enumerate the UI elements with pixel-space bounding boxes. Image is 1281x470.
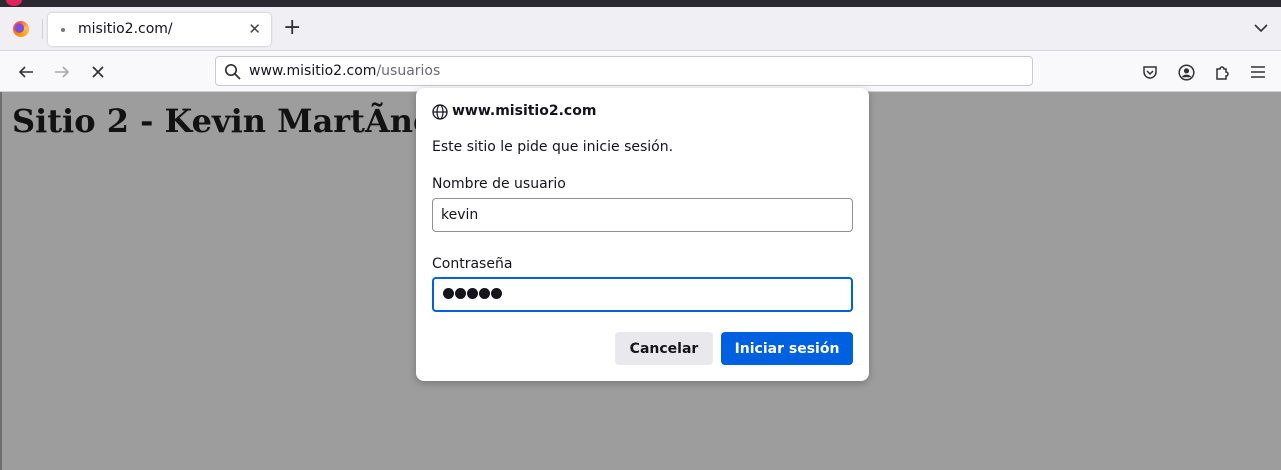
auth-dialog: www.misitio2.com Este sitio le pide que … [416, 88, 869, 381]
stop-button[interactable] [86, 60, 110, 84]
address-bar[interactable]: www.misitio2.com/usuarios [215, 56, 1033, 86]
tab-title: misitio2.com/ [78, 21, 173, 37]
extensions-icon [1216, 66, 1229, 80]
stop-icon [92, 66, 104, 78]
login-button[interactable]: Iniciar sesión [721, 332, 853, 365]
forward-arrow-icon [55, 66, 70, 78]
password-dot [491, 288, 502, 299]
back-button[interactable] [14, 60, 38, 84]
window-close-dot-icon[interactable] [6, 0, 22, 6]
forward-button[interactable] [50, 60, 74, 84]
password-dot [467, 288, 478, 299]
tab-close-icon[interactable]: ✕ [248, 20, 261, 38]
menu-icon [1251, 66, 1265, 78]
nav-bar: www.misitio2.com/usuarios [0, 51, 1281, 92]
cancel-button[interactable]: Cancelar [615, 332, 713, 365]
password-field[interactable] [432, 277, 853, 312]
dialog-host: www.misitio2.com [452, 103, 597, 119]
tab-bar: misitio2.com/ ✕ + [0, 7, 1281, 51]
account-icon [1177, 63, 1195, 81]
tab-active[interactable]: misitio2.com/ ✕ [48, 13, 271, 46]
firefox-logo-icon[interactable] [13, 21, 29, 37]
tab-loading-icon [61, 28, 65, 32]
globe-icon [432, 104, 448, 124]
dialog-message: Este sitio le pide que inicie sesión. [432, 139, 674, 155]
password-dot [455, 288, 466, 299]
tab-list-chevron-icon[interactable] [1254, 20, 1268, 39]
username-label: Nombre de usuario [432, 176, 566, 192]
search-icon [224, 63, 241, 84]
new-tab-button[interactable]: + [283, 17, 301, 39]
extensions-button[interactable] [1210, 60, 1234, 84]
url-path: /usuarios [376, 63, 441, 79]
url-text[interactable]: www.misitio2.com/usuarios [249, 63, 440, 79]
pocket-icon [1143, 66, 1157, 79]
pocket-button[interactable] [1138, 60, 1162, 84]
password-mask [443, 288, 502, 299]
password-dot [443, 288, 454, 299]
page-title: Sitio 2 - Kevin MartÃnez [12, 102, 452, 140]
menu-button[interactable] [1246, 60, 1270, 84]
back-arrow-icon [18, 66, 33, 78]
url-host: www.misitio2.com [249, 63, 377, 79]
password-label: Contraseña [432, 256, 513, 272]
username-field[interactable] [432, 198, 853, 232]
tab-separator [42, 19, 43, 39]
account-button[interactable] [1174, 60, 1198, 84]
window-titlebar [0, 0, 1281, 7]
password-dot [479, 288, 490, 299]
